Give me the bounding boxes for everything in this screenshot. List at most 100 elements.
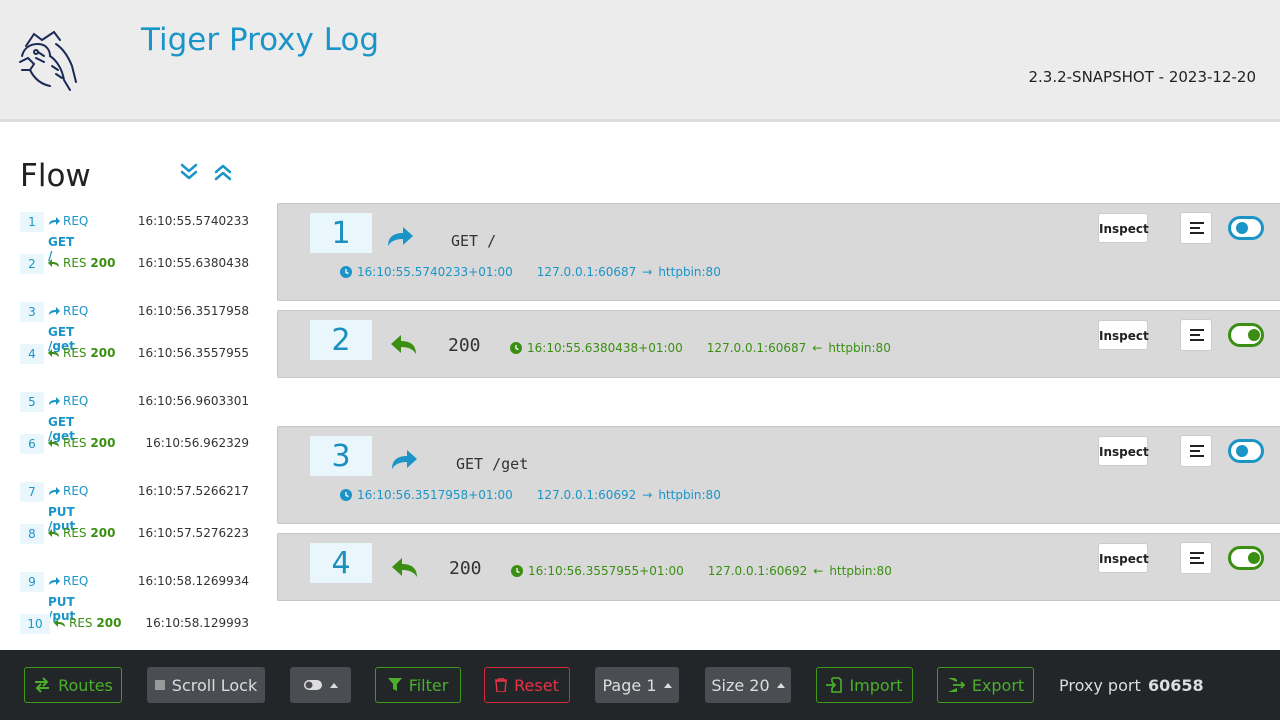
flow-item-time: 16:10:58.1269934	[137, 574, 249, 588]
filter-icon	[387, 678, 402, 691]
flow-item[interactable]: 9 REQ 16:10:58.1269934	[20, 572, 260, 592]
flow-item-time: 16:10:56.9603301	[137, 394, 249, 408]
message-card: 4 200 16:10:56.3557955+01:00 127.0.0.1:6…	[277, 533, 1280, 601]
message-timestamp: 16:10:56.3517958+01:00	[357, 488, 513, 502]
message-timestamp: 16:10:56.3557955+01:00	[528, 564, 684, 578]
message-receiver: httpbin:80	[658, 488, 721, 502]
reset-label: Reset	[514, 675, 559, 695]
trash-icon	[495, 678, 508, 692]
flow-item[interactable]: 1 REQ 16:10:55.5740233	[20, 212, 260, 232]
flow-item-number: 4	[20, 344, 44, 364]
flow-item-number: 9	[20, 572, 44, 592]
message-meta: 16:10:56.3517958+01:00 127.0.0.1:60692 →…	[340, 488, 721, 502]
message-card: 3 GET /get 16:10:56.3517958+01:00 127.0.…	[277, 426, 1280, 524]
page-label: Page 1	[602, 675, 657, 695]
flow-item[interactable]: 4 RES 200 16:10:56.3557955	[20, 344, 260, 364]
filter-button[interactable]: Filter	[375, 667, 461, 703]
flow-item-time: 16:10:58.129993	[145, 616, 249, 630]
reply-arrow-icon	[48, 259, 59, 267]
forward-arrow-icon	[49, 217, 60, 225]
routes-button[interactable]: Routes	[24, 667, 122, 703]
collapse-toggle[interactable]	[1228, 323, 1264, 347]
flow-item-code: 200	[90, 526, 116, 540]
flow-item[interactable]: 2 RES 200 16:10:55.6380438	[20, 254, 260, 274]
flow-item-code: 200	[90, 436, 116, 450]
flow-item[interactable]: 10 RES 200 16:10:58.129993	[20, 614, 260, 634]
reply-arrow-icon	[48, 439, 59, 447]
flow-item-number: 7	[20, 482, 44, 502]
flow-item-code: 200	[96, 616, 122, 630]
left-arrow-icon: ←	[812, 341, 823, 355]
message-timestamp: 16:10:55.5740233+01:00	[357, 265, 513, 279]
reset-button[interactable]: Reset	[484, 667, 570, 703]
page-select[interactable]: Page 1	[595, 667, 679, 703]
flow-item[interactable]: 5 REQ 16:10:56.9603301	[20, 392, 260, 412]
flow-item-number: 8	[20, 524, 44, 544]
flow-item-kind: REQ	[63, 574, 89, 588]
collapse-toggle[interactable]	[1228, 546, 1264, 570]
flow-item[interactable]: 7 REQ 16:10:57.5266217	[20, 482, 260, 502]
flow-item-kind: RES	[63, 436, 87, 450]
reply-arrow-icon	[48, 349, 59, 357]
flow-item-time: 16:10:55.6380438	[137, 256, 249, 270]
reply-arrow-icon	[54, 619, 65, 627]
app-title: Tiger Proxy Log	[141, 22, 380, 58]
response-arrow-icon	[392, 558, 417, 577]
forward-arrow-icon	[49, 307, 60, 315]
caret-up-icon	[330, 682, 338, 688]
clock-icon	[510, 342, 522, 354]
collapse-toggle[interactable]	[1228, 216, 1264, 240]
response-arrow-icon	[391, 335, 416, 354]
size-label: Size 20	[711, 675, 770, 695]
message-meta: 16:10:55.5740233+01:00 127.0.0.1:60687 →…	[340, 265, 721, 279]
version-label: 2.3.2-SNAPSHOT - 2023-12-20	[1028, 68, 1256, 86]
partial-view-button[interactable]	[1180, 542, 1212, 574]
partial-view-button[interactable]	[1180, 319, 1212, 351]
flow-item-number: 3	[20, 302, 44, 322]
flow-item-number: 1	[20, 212, 44, 232]
caret-up-icon	[663, 682, 672, 688]
message-receiver: httpbin:80	[658, 265, 721, 279]
collapse-all-icon[interactable]	[212, 160, 234, 184]
flow-item[interactable]: 3 REQ 16:10:56.3517958	[20, 302, 260, 322]
request-method-path: GET /	[451, 232, 497, 250]
display-options-button[interactable]	[290, 667, 351, 703]
flow-item-kind: RES	[63, 526, 87, 540]
response-status: 200	[449, 558, 482, 579]
flow-item-code: 200	[90, 256, 116, 270]
forward-arrow-icon	[49, 577, 60, 585]
flow-item-kind: RES	[63, 256, 87, 270]
size-select[interactable]: Size 20	[705, 667, 791, 703]
flow-item-kind: RES	[63, 346, 87, 360]
right-arrow-icon: →	[642, 265, 653, 279]
filter-label: Filter	[408, 675, 449, 695]
request-arrow-icon	[388, 227, 413, 246]
flow-item-code: 200	[90, 346, 116, 360]
file-export-icon	[947, 678, 965, 692]
flow-item[interactable]: 8 RES 200 16:10:57.5276223	[20, 524, 260, 544]
proxy-port-label: Proxy port	[1059, 676, 1141, 695]
scroll-lock-button[interactable]: Scroll Lock	[147, 667, 265, 703]
forward-arrow-icon	[49, 397, 60, 405]
flow-item[interactable]: 6 RES 200 16:10:56.962329	[20, 434, 260, 454]
flow-item-kind: RES	[69, 616, 93, 630]
export-button[interactable]: Export	[937, 667, 1034, 703]
clock-icon	[511, 565, 523, 577]
inspect-button[interactable]: Inspect	[1098, 320, 1149, 350]
import-button[interactable]: Import	[816, 667, 913, 703]
flow-item-time: 16:10:57.5276223	[137, 526, 249, 540]
message-sender: httpbin:80	[828, 341, 891, 355]
collapse-toggle[interactable]	[1228, 439, 1264, 463]
file-import-icon	[826, 677, 843, 693]
flow-title: Flow	[20, 158, 91, 194]
message-sender: httpbin:80	[829, 564, 892, 578]
message-card: 1 GET / 16:10:55.5740233+01:00 127.0.0.1…	[277, 203, 1280, 301]
caret-up-icon	[776, 682, 785, 688]
inspect-button[interactable]: Inspect	[1098, 543, 1149, 573]
inspect-button[interactable]: Inspect	[1098, 436, 1149, 466]
expand-all-icon[interactable]	[178, 160, 200, 184]
partial-view-button[interactable]	[1180, 212, 1212, 244]
flow-item-time: 16:10:56.3557955	[137, 346, 249, 360]
inspect-button[interactable]: Inspect	[1098, 213, 1149, 243]
partial-view-button[interactable]	[1180, 435, 1212, 467]
